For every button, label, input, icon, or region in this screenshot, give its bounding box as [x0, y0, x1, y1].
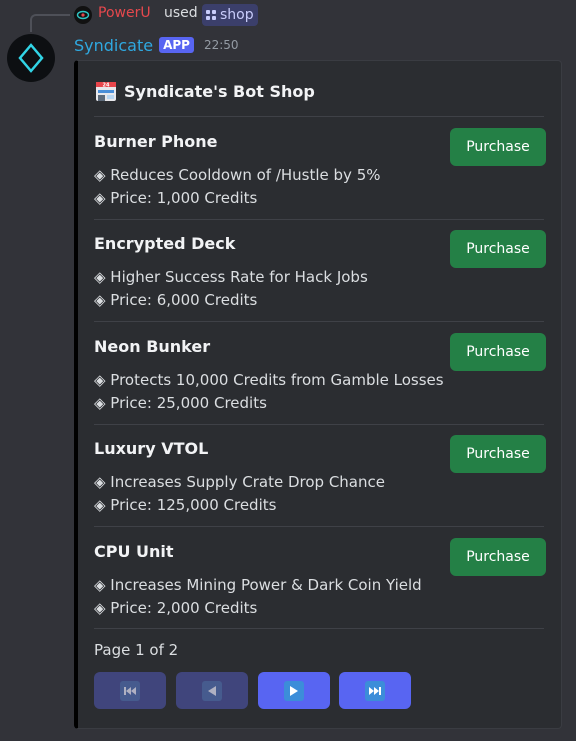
item-price: ◈ Price: 25,000 Credits	[94, 394, 267, 412]
divider	[94, 526, 544, 527]
purchase-button[interactable]: Purchase	[450, 230, 546, 268]
item-name: Luxury VTOL	[94, 439, 209, 458]
item-name: Neon Bunker	[94, 337, 211, 356]
convenience-store-icon: 24	[94, 79, 118, 103]
shop-item-neon-bunker: Neon Bunker ◈ Protects 10,000 Credits fr…	[94, 333, 546, 437]
item-effect: ◈ Increases Mining Power & Dark Coin Yie…	[94, 576, 422, 594]
purchase-button[interactable]: Purchase	[450, 538, 546, 576]
previous-page-button[interactable]	[176, 672, 248, 709]
app-command-icon	[206, 10, 216, 20]
shop-item-burner-phone: Burner Phone ◈ Reduces Cooldown of /Hust…	[94, 128, 546, 232]
item-price: ◈ Price: 6,000 Credits	[94, 291, 258, 309]
item-effect: ◈ Higher Success Rate for Hack Jobs	[94, 268, 368, 286]
divider	[94, 424, 544, 425]
reply-used-text: used	[164, 5, 198, 21]
author-name[interactable]: Syndicate	[74, 36, 153, 55]
next-page-button[interactable]	[258, 672, 330, 709]
shop-item-cpu-unit: CPU Unit ◈ Increases Mining Power & Dark…	[94, 538, 546, 642]
next-page-icon	[284, 680, 304, 701]
item-name: Encrypted Deck	[94, 234, 236, 253]
divider	[94, 321, 544, 322]
previous-page-icon	[202, 680, 222, 701]
embed-title-text: Syndicate's Bot Shop	[124, 81, 315, 101]
command-name: shop	[220, 7, 254, 23]
item-price: ◈ Price: 2,000 Credits	[94, 599, 258, 617]
item-price: ◈ Price: 125,000 Credits	[94, 496, 277, 514]
reply-username[interactable]: PowerU	[98, 5, 151, 21]
item-effect: ◈ Protects 10,000 Credits from Gamble Lo…	[94, 371, 444, 389]
purchase-button[interactable]: Purchase	[450, 128, 546, 166]
last-page-icon	[365, 680, 385, 701]
first-page-icon	[120, 680, 140, 701]
item-effect: ◈ Reduces Cooldown of /Hustle by 5%	[94, 166, 381, 184]
divider	[94, 219, 544, 220]
divider	[94, 628, 544, 629]
shop-item-luxury-vtol: Luxury VTOL ◈ Increases Supply Crate Dro…	[94, 435, 546, 539]
diamond-logo-icon	[18, 43, 44, 73]
message-timestamp[interactable]: 22:50	[204, 38, 239, 52]
bot-avatar[interactable]	[7, 34, 55, 82]
embed-title: 24 Syndicate's Bot Shop	[94, 79, 315, 103]
item-effect: ◈ Increases Supply Crate Drop Chance	[94, 473, 385, 491]
first-page-button[interactable]	[94, 672, 166, 709]
purchase-button[interactable]: Purchase	[450, 333, 546, 371]
shop-item-encrypted-deck: Encrypted Deck ◈ Higher Success Rate for…	[94, 230, 546, 334]
last-page-button[interactable]	[339, 672, 411, 709]
item-name: Burner Phone	[94, 132, 218, 151]
item-price: ◈ Price: 1,000 Credits	[94, 189, 258, 207]
reply-avatar-icon	[76, 10, 90, 20]
purchase-button[interactable]: Purchase	[450, 435, 546, 473]
page-indicator: Page 1 of 2	[94, 641, 179, 659]
command-mention[interactable]: shop	[202, 4, 258, 26]
message-header: Syndicate APP 22:50	[74, 34, 239, 56]
svg-text:24: 24	[103, 83, 110, 89]
item-name: CPU Unit	[94, 542, 174, 561]
shop-embed: 24 Syndicate's Bot Shop Burner Phone ◈ R…	[74, 60, 562, 729]
divider	[94, 116, 544, 117]
reply-user-avatar[interactable]	[74, 6, 92, 24]
reply-spine	[30, 14, 70, 32]
app-badge: APP	[159, 37, 194, 53]
